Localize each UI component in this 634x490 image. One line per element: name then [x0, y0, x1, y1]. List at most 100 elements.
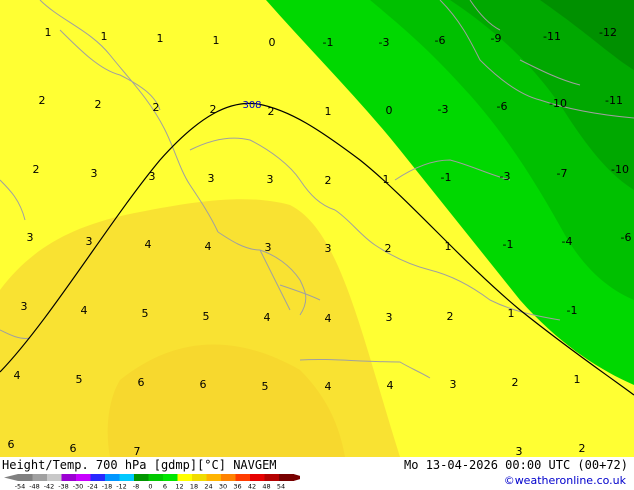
- temperature-value: 4: [81, 304, 88, 317]
- temperature-value: 2: [512, 376, 519, 389]
- temperature-value: 1: [574, 373, 581, 386]
- color-scale-swatch: [61, 474, 77, 481]
- map-footer: Height/Temp. 700 hPa [gdmp][°C] NAVGEM M…: [0, 457, 634, 490]
- color-scale-swatch: [105, 474, 120, 481]
- temperature-value: 4: [145, 238, 152, 251]
- temperature-value: -11: [543, 30, 561, 43]
- temperature-value: -1: [503, 238, 514, 251]
- color-scale-swatch: [163, 474, 178, 481]
- temperature-value: 4: [264, 311, 271, 324]
- temperature-value: 7: [134, 445, 141, 457]
- color-scale-tick: 0: [148, 483, 152, 490]
- color-scale-tick: 54: [277, 483, 285, 490]
- color-scale-arrow-right: [293, 474, 300, 481]
- temperature-value: 4: [14, 369, 21, 382]
- color-scale-tick: 30: [219, 483, 227, 490]
- temperature-value: -3: [438, 103, 449, 116]
- color-scale-tick: 42: [248, 483, 256, 490]
- temperature-value: 2: [39, 94, 46, 107]
- temperature-value: 4: [325, 380, 332, 393]
- temperature-value: 3: [325, 242, 332, 255]
- color-scale-swatch: [76, 474, 91, 481]
- temperature-value: -3: [379, 36, 390, 49]
- temperature-value: 1: [45, 26, 52, 39]
- color-scale-tick: 6: [163, 483, 167, 490]
- temperature-value: 3: [21, 300, 28, 313]
- temperature-value: 5: [76, 373, 83, 386]
- temperature-value: 3: [91, 167, 98, 180]
- temperature-value: 3: [149, 170, 156, 183]
- color-scale-tick: -8: [133, 483, 139, 490]
- color-scale-swatch: [119, 474, 135, 481]
- temperature-value: 1: [445, 240, 452, 253]
- temperature-value: -10: [549, 97, 567, 110]
- temperature-value: 3: [450, 378, 457, 391]
- temperature-value: 6: [200, 378, 207, 391]
- color-scale-swatch: [221, 474, 236, 481]
- temperature-value: 3: [27, 231, 34, 244]
- temperature-value: -9: [491, 32, 502, 45]
- color-scale-swatch: [279, 474, 294, 481]
- temperature-value: -11: [605, 94, 623, 107]
- color-scale-tick: 48: [262, 483, 270, 490]
- map-title: Height/Temp. 700 hPa [gdmp][°C] NAVGEM: [2, 458, 277, 472]
- color-scale-tick: -18: [102, 483, 113, 490]
- temperature-value: -1: [323, 36, 334, 49]
- temperature-value: -1: [567, 304, 578, 317]
- temperature-value: -7: [557, 167, 568, 180]
- color-scale-swatch: [264, 474, 280, 481]
- temperature-value: 1: [508, 307, 515, 320]
- color-scale-tick: -42: [44, 483, 55, 490]
- color-scale-tick: 12: [175, 483, 183, 490]
- temperature-value: 2: [95, 98, 102, 111]
- temperature-value: 6: [70, 442, 77, 455]
- temperature-value: 3: [516, 445, 523, 457]
- weather-map-view: 308 1 1 1 1 0 -1 -3 -6 -9 -11 -12 2 2 2 2 2 1 0 -3 -6 -10 -11…: [0, 0, 634, 490]
- temperature-value: 3: [208, 172, 215, 185]
- temperature-value: 4: [325, 312, 332, 325]
- credit-link[interactable]: ©weatheronline.co.uk: [504, 474, 626, 487]
- temperature-value: 1: [101, 30, 108, 43]
- color-scale-swatch: [177, 474, 193, 481]
- temperature-value: 6: [8, 438, 15, 451]
- color-scale-swatch: [47, 474, 62, 481]
- color-scale: -54 -48 -42 -38 -30 -24 -18 -12 -8 0 6 12 18 24 30 36 42…: [4, 474, 300, 490]
- color-scale-swatch: [32, 474, 48, 481]
- color-scale-swatch: [250, 474, 265, 481]
- temperature-value: 2: [325, 174, 332, 187]
- color-scale-tick: -12: [116, 483, 127, 490]
- temperature-value: 0: [269, 36, 276, 49]
- temperature-value: 2: [385, 242, 392, 255]
- contour-label: 308: [242, 100, 261, 111]
- temperature-value: 1: [213, 34, 220, 47]
- temperature-value: -12: [599, 26, 617, 39]
- color-scale-tick: 24: [204, 483, 212, 490]
- temperature-value: 3: [386, 311, 393, 324]
- color-scale-tick: -30: [73, 483, 84, 490]
- temperature-value: 2: [33, 163, 40, 176]
- temperature-value: 3: [86, 235, 93, 248]
- color-scale-tick: -24: [87, 483, 98, 490]
- color-scale-swatch: [134, 474, 149, 481]
- temperature-value: 4: [205, 240, 212, 253]
- temperature-value: -1: [441, 171, 452, 184]
- color-scale-swatch: [235, 474, 251, 481]
- temperature-value: 1: [383, 173, 390, 186]
- temperature-value: 4: [387, 379, 394, 392]
- temperature-value: 1: [157, 32, 164, 45]
- temperature-value: 3: [267, 173, 274, 186]
- temperature-value: 2: [268, 105, 275, 118]
- color-scale-swatch: [192, 474, 207, 481]
- temperature-value: 1: [325, 105, 332, 118]
- temperature-value: -6: [497, 100, 508, 113]
- temperature-value: -6: [621, 231, 632, 244]
- color-scale-swatch: [90, 474, 106, 481]
- color-scale-swatch: [206, 474, 222, 481]
- temperature-value: 5: [262, 380, 269, 393]
- temperature-value: 3: [265, 241, 272, 254]
- temperature-map: 308 1 1 1 1 0 -1 -3 -6 -9 -11 -122 2 2 2 2 1 0 -3 -6 -10 -11…: [0, 0, 634, 457]
- temperature-value: 5: [142, 307, 149, 320]
- temperature-value: 6: [138, 376, 145, 389]
- color-scale-tick: 18: [190, 483, 198, 490]
- color-scale-swatch: [148, 474, 164, 481]
